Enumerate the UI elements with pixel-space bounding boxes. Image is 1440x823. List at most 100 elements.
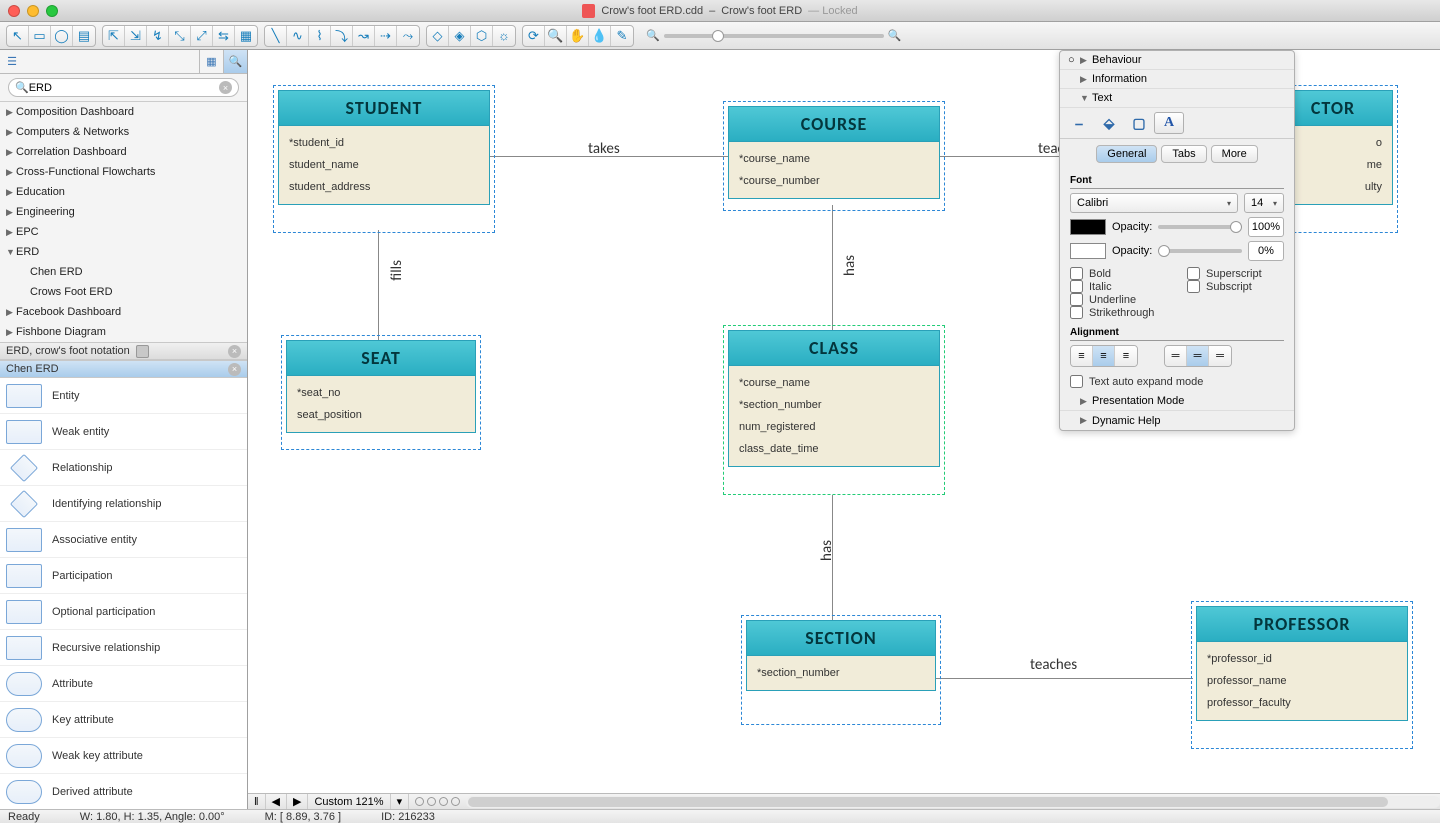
stencil-attribute[interactable]: Attribute <box>0 666 247 702</box>
connector-tool-2[interactable]: ⇲ <box>125 26 147 46</box>
font-family-dropdown[interactable]: Calibri▾ <box>1070 193 1238 213</box>
insp-tab-tabs[interactable]: Tabs <box>1161 145 1206 163</box>
bg-opacity-slider[interactable] <box>1158 249 1242 253</box>
zoom-slider[interactable]: 🔍 🔍 <box>646 29 901 42</box>
pencil-tool[interactable]: ✎ <box>611 26 633 46</box>
tree-item-erd[interactable]: ▼ERD <box>0 242 247 262</box>
stencil-group-header[interactable]: ERD, crow's foot notation × <box>0 342 247 360</box>
text-color-swatch[interactable] <box>1070 219 1106 235</box>
page-prev-icon[interactable]: ◀ <box>266 794 287 809</box>
line-tool-4[interactable]: ⤵ <box>331 26 353 46</box>
check-strikethrough[interactable]: Strikethrough <box>1070 306 1167 319</box>
text-tool[interactable]: ▤ <box>73 26 95 46</box>
stencil-participation[interactable]: Participation <box>0 558 247 594</box>
search-field[interactable] <box>29 82 219 94</box>
inspector-group-text[interactable]: ▼Text <box>1060 89 1294 108</box>
close-stencil-icon[interactable]: × <box>228 345 241 358</box>
page-next-icon[interactable]: ▶ <box>287 794 308 809</box>
tree-item[interactable]: ▶Engineering <box>0 202 247 222</box>
hscrollbar[interactable] <box>466 796 1440 808</box>
align-left-button[interactable]: ≡ <box>1071 346 1093 366</box>
insp-tool-font[interactable]: A <box>1154 112 1184 134</box>
zoom-readout[interactable]: Custom 121% <box>308 794 390 809</box>
connector-tool-3[interactable]: ↯ <box>147 26 169 46</box>
tree-item-crows-foot-erd[interactable]: Crows Foot ERD <box>0 282 247 302</box>
line-tool-1[interactable]: ╲ <box>265 26 287 46</box>
tree-item[interactable]: ▶Fishbone Diagram <box>0 322 247 342</box>
insp-tool-shadow[interactable]: ▢ <box>1124 112 1154 134</box>
line-tool-3[interactable]: ⌇ <box>309 26 331 46</box>
rect-tool[interactable]: ▭ <box>29 26 51 46</box>
conn-fills[interactable] <box>378 230 379 340</box>
connector-tool-5[interactable]: ⤢ <box>191 26 213 46</box>
tree-item-chen-erd[interactable]: Chen ERD <box>0 262 247 282</box>
page-pause-icon[interactable]: ‖ <box>248 794 266 809</box>
inspector-group-behaviour[interactable]: ○▶Behaviour <box>1060 51 1294 70</box>
entity-course[interactable]: COURSE *course_name *course_number <box>728 106 940 199</box>
stencil-weak-key-attribute[interactable]: Weak key attribute <box>0 738 247 774</box>
valign-bottom-button[interactable]: ═ <box>1209 346 1231 366</box>
check-underline[interactable]: Underline <box>1070 293 1167 306</box>
line-tool-6[interactable]: ⇢ <box>375 26 397 46</box>
connector-tool-7[interactable]: ▦ <box>235 26 257 46</box>
tree-item[interactable]: ▶EPC <box>0 222 247 242</box>
line-tool-2[interactable]: ∿ <box>287 26 309 46</box>
bg-opacity-value[interactable]: 0% <box>1248 241 1284 261</box>
page-dot[interactable] <box>427 797 436 806</box>
insp-tab-general[interactable]: General <box>1096 145 1157 163</box>
insp-tab-more[interactable]: More <box>1211 145 1258 163</box>
stencil-group-header-active[interactable]: Chen ERD × <box>0 360 247 378</box>
entity-seat[interactable]: SEAT *seat_no seat_position <box>286 340 476 433</box>
check-bold[interactable]: Bold <box>1070 267 1167 280</box>
stencil-derived-attribute[interactable]: Derived attribute <box>0 774 247 809</box>
stencil-recursive-relationship[interactable]: Recursive relationship <box>0 630 247 666</box>
stencil-associative-entity[interactable]: Associative entity <box>0 522 247 558</box>
inspector-panel[interactable]: ○▶Behaviour ▶Information ▼Text ⎯ ⬙ ▢ A G… <box>1059 50 1295 431</box>
tree-item[interactable]: ▶Cross-Functional Flowcharts <box>0 162 247 182</box>
shape-tool-4[interactable]: ☼ <box>493 26 515 46</box>
tree-item[interactable]: ▶Computers & Networks <box>0 122 247 142</box>
page-dot[interactable] <box>439 797 448 806</box>
check-italic[interactable]: Italic <box>1070 280 1167 293</box>
check-superscript[interactable]: Superscript <box>1187 267 1284 280</box>
inspector-group-information[interactable]: ▶Information <box>1060 70 1294 89</box>
check-auto-expand[interactable]: Text auto expand mode <box>1070 375 1284 388</box>
refresh-tool[interactable]: ⟳ <box>523 26 545 46</box>
text-opacity-slider[interactable] <box>1158 225 1242 229</box>
shape-tool-3[interactable]: ⬡ <box>471 26 493 46</box>
canvas-area[interactable]: takes fills has has teaches teac STUDENT… <box>248 50 1440 809</box>
ellipse-tool[interactable]: ◯ <box>51 26 73 46</box>
valign-middle-button[interactable]: ═ <box>1187 346 1209 366</box>
close-stencil-icon[interactable]: × <box>228 363 241 376</box>
tree-item[interactable]: ▶Education <box>0 182 247 202</box>
valign-top-button[interactable]: ═ <box>1165 346 1187 366</box>
library-search-input[interactable]: 🔍 × <box>8 78 239 97</box>
conn-has1[interactable] <box>832 205 833 330</box>
zoom-dropdown-icon[interactable]: ▾ <box>391 794 410 809</box>
save-stencil-icon[interactable] <box>136 345 149 358</box>
line-tool-5[interactable]: ↝ <box>353 26 375 46</box>
stencil-identifying-relationship[interactable]: Identifying relationship <box>0 486 247 522</box>
insp-presentation-mode[interactable]: ▶Presentation Mode <box>1060 392 1294 411</box>
clear-search-button[interactable]: × <box>219 81 232 94</box>
line-tool-7[interactable]: ⤳ <box>397 26 419 46</box>
stencil-entity[interactable]: Entity <box>0 378 247 414</box>
insp-tool-fill[interactable]: ⬙ <box>1094 112 1124 134</box>
connector-tool-1[interactable]: ⇱ <box>103 26 125 46</box>
page-dot[interactable] <box>415 797 424 806</box>
insp-dynamic-help[interactable]: ▶Dynamic Help <box>1060 411 1294 430</box>
tree-item[interactable]: ▶Facebook Dashboard <box>0 302 247 322</box>
connector-tool-4[interactable]: ⤡ <box>169 26 191 46</box>
entity-class[interactable]: CLASS *course_name *section_number num_r… <box>728 330 940 467</box>
check-subscript[interactable]: Subscript <box>1187 280 1284 293</box>
shape-tool-1[interactable]: ◇ <box>427 26 449 46</box>
entity-student[interactable]: STUDENT *student_id student_name student… <box>278 90 490 205</box>
shape-tool-2[interactable]: ◈ <box>449 26 471 46</box>
stencil-weak-entity[interactable]: Weak entity <box>0 414 247 450</box>
page-dot[interactable] <box>451 797 460 806</box>
eyedropper-tool[interactable]: 💧 <box>589 26 611 46</box>
zoom-in-icon[interactable]: 🔍 <box>888 29 902 42</box>
tree-item[interactable]: ▶Composition Dashboard <box>0 102 247 122</box>
stencil-optional-participation[interactable]: Optional participation <box>0 594 247 630</box>
stencil-key-attribute[interactable]: Key attribute <box>0 702 247 738</box>
